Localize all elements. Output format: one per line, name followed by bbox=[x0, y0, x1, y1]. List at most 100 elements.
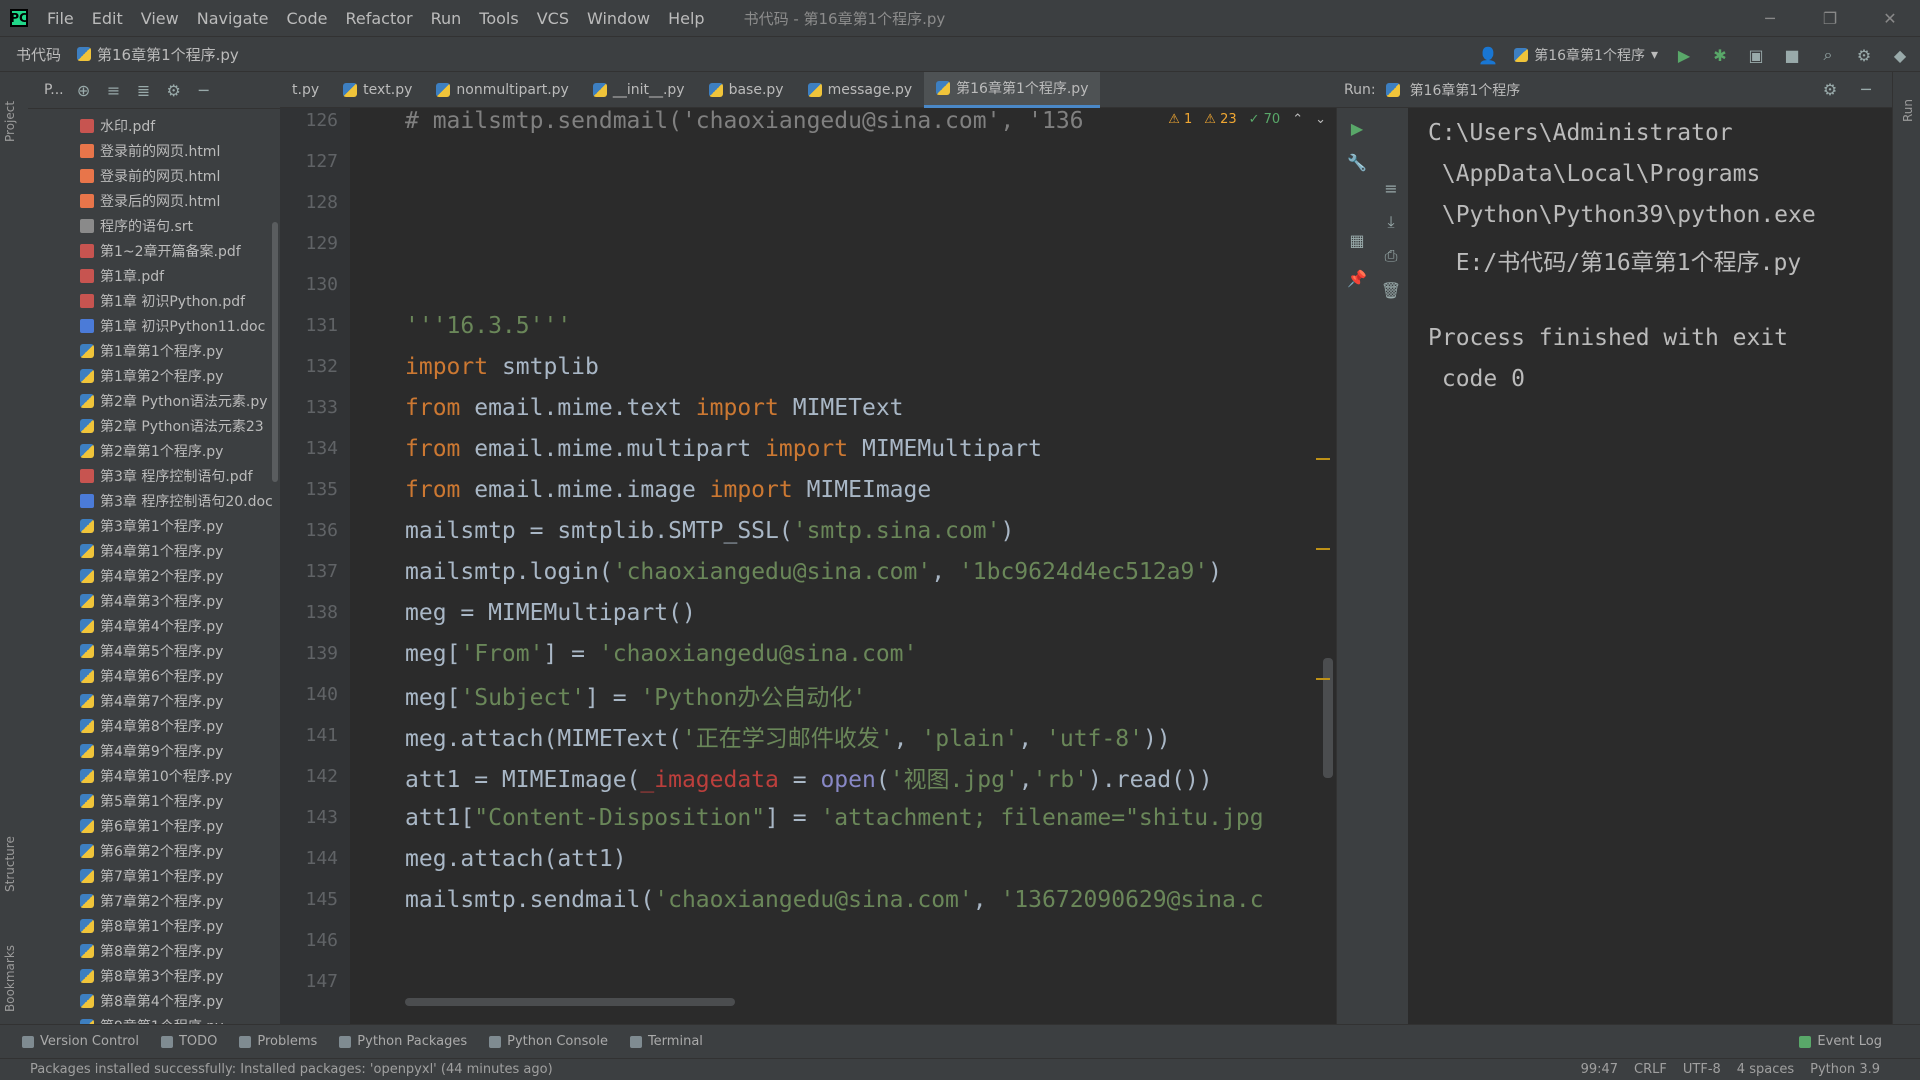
tool-window-button[interactable]: TODO bbox=[160, 1034, 217, 1049]
project-file-item[interactable]: 第8章第1个程序.py bbox=[28, 913, 280, 938]
menu-file[interactable]: File bbox=[38, 9, 83, 28]
project-file-item[interactable]: 第2章 Python语法元素.py bbox=[28, 388, 280, 413]
project-file-item[interactable]: 第1章 初识Python11.doc bbox=[28, 313, 280, 338]
horizontal-scrollbar[interactable] bbox=[405, 998, 735, 1006]
project-file-item[interactable]: 第1章.pdf bbox=[28, 263, 280, 288]
project-file-item[interactable]: 第4章第2个程序.py bbox=[28, 563, 280, 588]
run-config-selector[interactable]: 第16章第1个程序 ▾ bbox=[1514, 45, 1658, 65]
structure-side-tab[interactable]: Structure bbox=[3, 836, 17, 892]
editor-tab[interactable]: 第16章第1个程序.py bbox=[924, 71, 1101, 108]
menu-refactor[interactable]: Refactor bbox=[336, 9, 421, 28]
project-file-item[interactable]: 第4章第5个程序.py bbox=[28, 638, 280, 663]
menu-navigate[interactable]: Navigate bbox=[188, 9, 278, 28]
project-file-item[interactable]: 第1章第1个程序.py bbox=[28, 338, 280, 363]
menu-window[interactable]: Window bbox=[578, 9, 659, 28]
project-file-item[interactable]: 登录前的网页.html bbox=[28, 138, 280, 163]
bookmarks-side-tab[interactable]: Bookmarks bbox=[3, 945, 17, 1012]
soft-wrap-icon[interactable]: ≡ bbox=[1381, 178, 1401, 198]
project-file-item[interactable]: 第5章第1个程序.py bbox=[28, 788, 280, 813]
menu-edit[interactable]: Edit bbox=[83, 9, 132, 28]
breadcrumb-project[interactable]: 书代码 bbox=[16, 44, 61, 65]
print-icon[interactable]: ⎙ bbox=[1381, 246, 1401, 266]
code-editor[interactable]: 126 # mailsmtp.sendmail('chaoxiangedu@sin… bbox=[280, 108, 1336, 1024]
event-log-button[interactable]: Event Log bbox=[1799, 1034, 1882, 1049]
project-file-item[interactable]: 第1章第2个程序.py bbox=[28, 363, 280, 388]
inspection-widget[interactable]: ⚠ 1 ⚠ 23 ✓ 70 ⌃ ⌄ bbox=[1168, 112, 1326, 127]
scroll-to-end-icon[interactable]: ⤓ bbox=[1381, 212, 1401, 232]
chevron-up-icon[interactable]: ⌃ bbox=[1292, 112, 1303, 127]
gear-icon[interactable]: ⚙ bbox=[164, 80, 184, 100]
project-file-item[interactable]: 第8章第4个程序.py bbox=[28, 988, 280, 1013]
hide-icon[interactable]: ─ bbox=[194, 80, 214, 100]
project-file-item[interactable]: 第3章 程序控制语句.pdf bbox=[28, 463, 280, 488]
debug-icon[interactable]: ✱ bbox=[1710, 45, 1730, 65]
project-file-item[interactable]: 第4章第3个程序.py bbox=[28, 588, 280, 613]
indent-setting[interactable]: 4 spaces bbox=[1737, 1062, 1794, 1077]
run-side-tab[interactable]: Run bbox=[1901, 99, 1915, 122]
close-icon[interactable]: ✕ bbox=[1860, 0, 1920, 36]
editor-tab[interactable]: base.py bbox=[697, 72, 796, 108]
run-console-output[interactable]: C:\Users\Administrator \AppData\Local\Pr… bbox=[1408, 108, 1892, 1024]
project-view-selector[interactable]: P... bbox=[44, 82, 64, 98]
tool-window-button[interactable]: Problems bbox=[239, 1034, 317, 1049]
project-file-item[interactable]: 第4章第7个程序.py bbox=[28, 688, 280, 713]
project-file-item[interactable]: 第7章第2个程序.py bbox=[28, 888, 280, 913]
cursor-position[interactable]: 99:47 bbox=[1581, 1062, 1618, 1077]
run-icon[interactable]: ▶ bbox=[1674, 45, 1694, 65]
project-side-tab[interactable]: Project bbox=[3, 101, 17, 142]
tool-window-button[interactable]: Python Console bbox=[489, 1034, 608, 1049]
menu-help[interactable]: Help bbox=[659, 9, 713, 28]
project-file-item[interactable]: 第3章第1个程序.py bbox=[28, 513, 280, 538]
tool-window-button[interactable]: Terminal bbox=[629, 1034, 703, 1049]
trash-icon[interactable]: 🗑 bbox=[1381, 280, 1401, 300]
project-file-item[interactable]: 第2章第1个程序.py bbox=[28, 438, 280, 463]
error-stripe-mark[interactable] bbox=[1316, 678, 1330, 680]
error-stripe-mark[interactable] bbox=[1316, 548, 1330, 550]
line-separator[interactable]: CRLF bbox=[1634, 1062, 1667, 1077]
project-file-item[interactable]: 第4章第10个程序.py bbox=[28, 763, 280, 788]
project-file-item[interactable]: 第3章 程序控制语句20.doc bbox=[28, 488, 280, 513]
project-file-item[interactable]: 第4章第1个程序.py bbox=[28, 538, 280, 563]
search-icon[interactable]: ⌕ bbox=[1818, 45, 1838, 65]
tool-window-button[interactable]: Version Control bbox=[22, 1034, 139, 1049]
project-file-item[interactable]: 第7章第1个程序.py bbox=[28, 863, 280, 888]
menu-tools[interactable]: Tools bbox=[470, 9, 527, 28]
expand-all-icon[interactable]: ≡ bbox=[104, 80, 124, 100]
editor-tab[interactable]: nonmultipart.py bbox=[424, 72, 580, 108]
project-file-item[interactable]: 登录前的网页.html bbox=[28, 163, 280, 188]
project-file-item[interactable]: 第6章第1个程序.py bbox=[28, 813, 280, 838]
gear-icon[interactable]: ⚙ bbox=[1854, 45, 1874, 65]
editor-tab[interactable]: message.py bbox=[796, 72, 925, 108]
user-icon[interactable]: 👤 bbox=[1478, 45, 1498, 65]
project-file-item[interactable]: 第6章第2个程序.py bbox=[28, 838, 280, 863]
project-file-item[interactable]: 第4章第4个程序.py bbox=[28, 613, 280, 638]
status-message[interactable]: Packages installed successfully: Install… bbox=[30, 1062, 553, 1077]
stop-icon[interactable]: ■ bbox=[1782, 45, 1802, 65]
hide-icon[interactable]: ─ bbox=[1856, 80, 1876, 100]
wrench-icon[interactable]: 🔧 bbox=[1347, 152, 1367, 172]
coverage-icon[interactable]: ▣ bbox=[1746, 45, 1766, 65]
tool-window-button[interactable]: Python Packages bbox=[339, 1034, 467, 1049]
menu-run[interactable]: Run bbox=[422, 9, 471, 28]
project-file-item[interactable]: 第4章第6个程序.py bbox=[28, 663, 280, 688]
jetbrains-icon[interactable]: ◆ bbox=[1890, 45, 1910, 65]
collapse-all-icon[interactable]: ≣ bbox=[134, 80, 154, 100]
menu-vcs[interactable]: VCS bbox=[528, 9, 578, 28]
editor-tab[interactable]: t.py bbox=[280, 72, 331, 108]
menu-code[interactable]: Code bbox=[278, 9, 337, 28]
project-file-item[interactable]: 第2章 Python语法元素23 bbox=[28, 413, 280, 438]
project-file-item[interactable]: 登录后的网页.html bbox=[28, 188, 280, 213]
project-file-item[interactable]: 第8章第2个程序.py bbox=[28, 938, 280, 963]
python-interpreter[interactable]: Python 3.9 bbox=[1810, 1062, 1880, 1077]
error-stripe-mark[interactable] bbox=[1316, 458, 1330, 460]
pin-icon[interactable]: 📌 bbox=[1347, 268, 1367, 288]
project-file-item[interactable]: 第4章第9个程序.py bbox=[28, 738, 280, 763]
project-file-item[interactable]: 第8章第3个程序.py bbox=[28, 963, 280, 988]
rerun-icon[interactable]: ▶ bbox=[1347, 118, 1367, 138]
project-file-item[interactable]: 第1~2章开篇备案.pdf bbox=[28, 238, 280, 263]
project-file-item[interactable]: 程序的语句.srt bbox=[28, 213, 280, 238]
project-file-item[interactable]: 水印.pdf bbox=[28, 113, 280, 138]
vertical-scrollbar[interactable] bbox=[1323, 658, 1333, 778]
restore-icon[interactable]: ❐ bbox=[1800, 0, 1860, 36]
locate-icon[interactable]: ⊕ bbox=[74, 80, 94, 100]
